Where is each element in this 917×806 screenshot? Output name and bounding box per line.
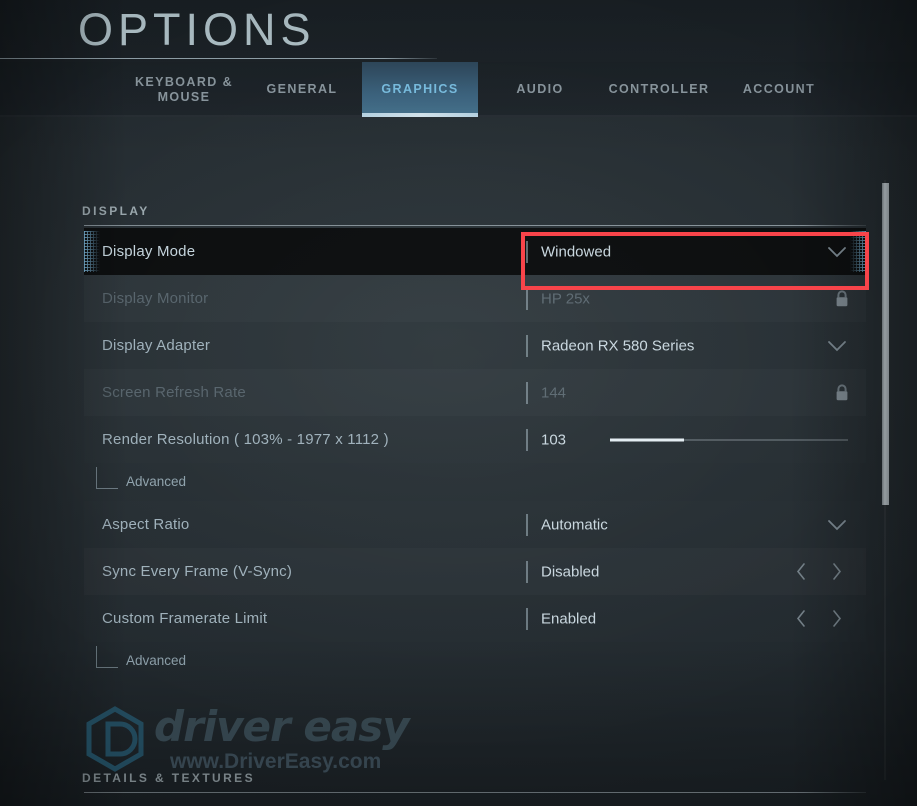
stepper-previous-icon[interactable] [792,562,810,582]
tab-general[interactable]: GENERAL [252,62,352,117]
tab-label: AUDIO [516,82,564,96]
row-value: Automatic [541,516,608,533]
lock-icon [832,382,852,404]
row-value-area[interactable]: Automatic [526,501,866,548]
tab-account[interactable]: ACCOUNT [731,62,827,117]
settings-row-display-mode[interactable]: Display Mode Windowed [84,228,866,275]
value-separator [526,560,528,583]
tab-label: GENERAL [266,82,338,96]
lock-icon [832,288,852,310]
tree-bracket-icon [96,646,118,668]
tab-bar: KEYBOARD & MOUSE GENERAL GRAPHICS AUDIO CONT… [0,62,917,117]
scrollbar[interactable] [882,180,889,780]
row-label: Display Monitor [102,290,209,307]
sub-item-advanced-display[interactable]: Advanced [84,463,866,501]
row-label: Sync Every Frame (V-Sync) [102,563,293,580]
stepper-next-icon[interactable] [828,562,846,582]
settings-row-display-adapter[interactable]: Display Adapter Radeon RX 580 Series [84,322,866,369]
driver-easy-watermark: driver easy www.DriverEasy.com [82,702,482,782]
page-title: OPTIONS [78,4,316,55]
chevron-down-icon[interactable] [826,241,848,263]
value-separator [526,381,528,404]
value-separator [526,334,528,357]
row-value-area[interactable]: 103 [526,416,866,463]
section-divider-details [84,792,866,793]
section-header-details: DETAILS & TEXTURES [82,771,255,785]
watermark-brand: driver easy [154,702,410,751]
settings-row-custom-framerate-limit[interactable]: Custom Framerate Limit Enabled [84,595,866,642]
scrollbar-thumb[interactable] [882,183,889,505]
sub-item-label: Advanced [126,653,187,668]
value-separator [526,287,528,310]
settings-row-screen-refresh-rate: Screen Refresh Rate 144 [84,369,866,416]
settings-row-render-resolution[interactable]: Render Resolution ( 103% - 1977 x 1112 )… [84,416,866,463]
section-header-display: DISPLAY [82,204,150,218]
row-value: 103 [541,431,567,448]
row-value-area[interactable]: Windowed [526,228,866,275]
row-label: Aspect Ratio [102,516,190,533]
settings-row-display-monitor: Display Monitor HP 25x [84,275,866,322]
chevron-down-icon[interactable] [826,335,848,357]
title-divider [0,58,437,59]
row-label: Display Mode [102,243,196,260]
tree-bracket-icon [96,467,118,489]
tab-keyboard-mouse[interactable]: KEYBOARD & MOUSE [120,62,248,117]
settings-row-sync-every-frame[interactable]: Sync Every Frame (V-Sync) Disabled [84,548,866,595]
row-value-area[interactable]: Disabled [526,548,866,595]
header-bar: OPTIONS [0,0,917,62]
tab-label: GRAPHICS [381,82,459,96]
sub-item-advanced-framerate[interactable]: Advanced [84,642,866,680]
row-value: Radeon RX 580 Series [541,337,695,354]
slider-fill [610,438,684,441]
tab-bar-divider [0,115,917,117]
sub-item-label: Advanced [126,474,187,489]
row-value: HP 25x [541,290,590,307]
row-value: 144 [541,384,567,401]
value-separator [526,513,528,536]
row-value-area: HP 25x [526,275,866,322]
value-separator [526,607,528,630]
tab-audio[interactable]: AUDIO [495,62,585,117]
row-label: Custom Framerate Limit [102,610,268,627]
row-value: Windowed [541,243,612,260]
stepper-next-icon[interactable] [828,609,846,629]
render-resolution-slider[interactable] [610,435,848,445]
stepper-previous-icon[interactable] [792,609,810,629]
value-separator [526,428,528,451]
section-divider-display [84,225,866,226]
row-label: Display Adapter [102,337,211,354]
row-value-area: 144 [526,369,866,416]
selection-accent-left [84,231,100,272]
tab-label: ACCOUNT [742,82,816,96]
row-label: Render Resolution ( 103% - 1977 x 1112 ) [102,431,389,448]
tab-label: CONTROLLER [608,82,710,96]
value-separator [526,240,528,263]
row-value: Disabled [541,563,600,580]
settings-row-aspect-ratio[interactable]: Aspect Ratio Automatic [84,501,866,548]
chevron-down-icon[interactable] [826,514,848,536]
tab-controller[interactable]: CONTROLLER [596,62,722,117]
row-value-area[interactable]: Enabled [526,595,866,642]
tab-graphics[interactable]: GRAPHICS [362,62,478,117]
settings-list: Display Mode Windowed Display Monitor HP 25… [84,228,866,680]
row-value: Enabled [541,610,597,627]
row-label: Screen Refresh Rate [102,384,246,401]
driver-easy-logo-icon [82,706,148,772]
tab-label: KEYBOARD & MOUSE [134,74,234,104]
row-value-area[interactable]: Radeon RX 580 Series [526,322,866,369]
options-screen: OPTIONS KEYBOARD & MOUSE GENERAL GRAPHICS A… [0,0,917,806]
